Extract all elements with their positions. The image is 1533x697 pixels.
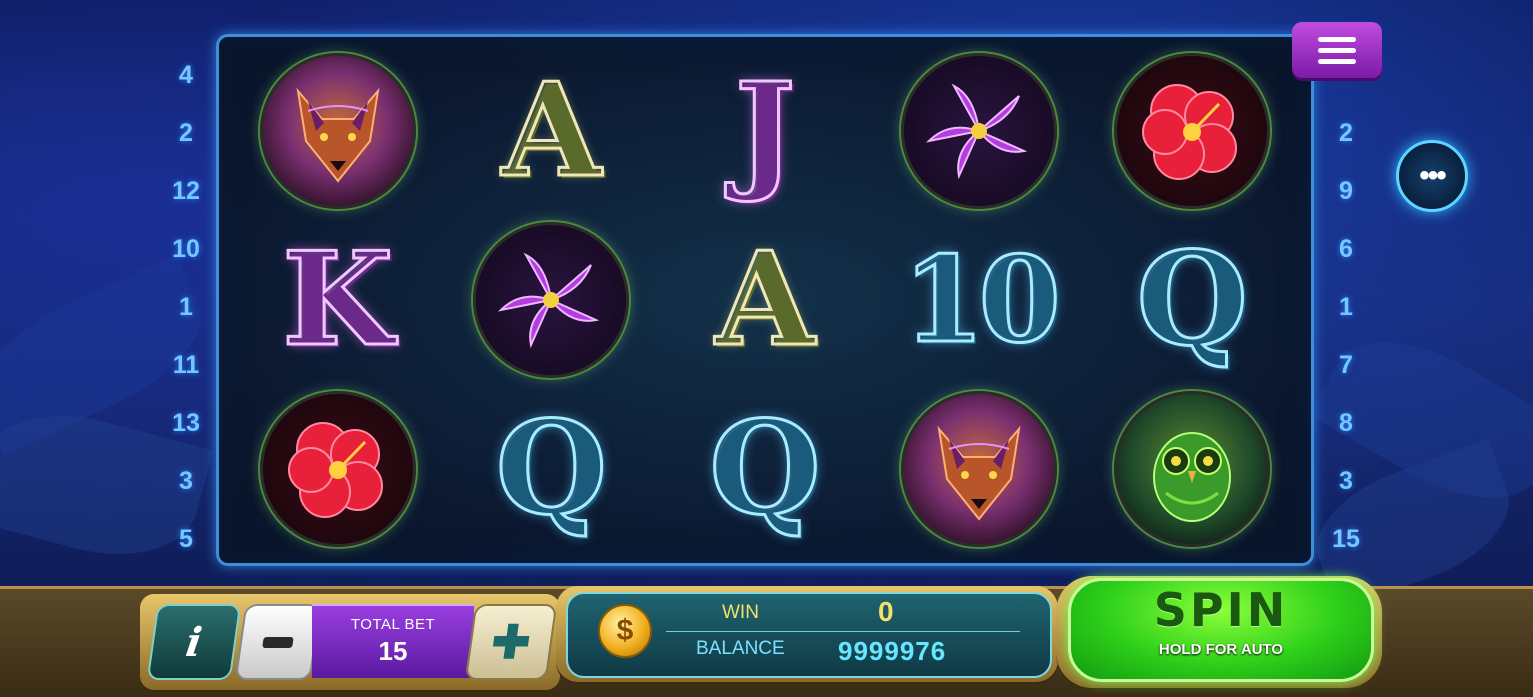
owl-symbol-icon	[1114, 390, 1271, 547]
payline-number: 7	[1339, 351, 1353, 379]
reel-grid: A J K A 10 Q Q Q	[231, 47, 1299, 553]
wolf-symbol-icon	[259, 53, 416, 210]
balance-value: 9999976	[838, 636, 947, 666]
minus-icon	[262, 636, 294, 648]
win-balance-divider	[666, 631, 1020, 632]
reel-cell: J	[658, 47, 872, 216]
reel-cell: Q	[445, 384, 659, 553]
total-bet-label: TOTAL BET	[350, 616, 436, 633]
reel-cell	[1085, 47, 1299, 216]
reel-cell: 10	[872, 216, 1086, 385]
symbol-q: Q	[1135, 224, 1249, 375]
reel-cell: Q	[658, 384, 872, 553]
symbol-a: A	[500, 56, 602, 207]
payline-number: 3	[1339, 467, 1353, 495]
more-options-button[interactable]: •••	[1396, 140, 1468, 212]
total-bet-value: 15	[378, 636, 408, 666]
reel-cell	[1085, 384, 1299, 553]
lily-symbol-icon	[900, 53, 1057, 210]
win-label: WIN	[722, 602, 759, 623]
symbol-a: A	[714, 224, 816, 375]
decrease-bet-button[interactable]	[234, 604, 322, 680]
reel-frame: A J K A 10 Q Q Q	[216, 34, 1314, 566]
payline-number: 1	[179, 293, 193, 321]
reel-cell	[872, 47, 1086, 216]
payline-number: 4	[179, 61, 193, 89]
payline-number: 9	[1339, 177, 1353, 205]
reel-cell	[231, 384, 445, 553]
reel-cell: A	[445, 47, 659, 216]
symbol-10: 10	[901, 229, 1062, 369]
menu-button[interactable]	[1292, 22, 1382, 78]
payline-number: 15	[1332, 525, 1360, 553]
payline-number: 5	[179, 525, 193, 553]
wolf-symbol-icon	[900, 390, 1057, 547]
spin-label: SPIN	[1153, 583, 1289, 637]
hamburger-icon-bar	[1318, 47, 1356, 53]
symbol-q: Q	[494, 393, 608, 544]
payline-number: 11	[172, 351, 200, 379]
symbol-k: K	[281, 224, 395, 375]
payline-numbers-left: 4 2 12 10 1 11 13 3 5	[164, 58, 208, 580]
lily-symbol-icon	[473, 221, 630, 378]
reel-cell	[872, 384, 1086, 553]
spin-button[interactable]: SPIN HOLD FOR AUTO	[1068, 578, 1374, 682]
hibiscus-symbol-icon	[1114, 53, 1271, 210]
reel-cell	[231, 47, 445, 216]
spin-sublabel: HOLD FOR AUTO	[1158, 641, 1284, 658]
hibiscus-symbol-icon	[259, 390, 416, 547]
reel-cell: K	[231, 216, 445, 385]
payline-number: 12	[172, 177, 200, 205]
payline-number: 6	[1339, 235, 1353, 263]
reel-cell: Q	[1085, 216, 1299, 385]
payline-number: 10	[172, 235, 200, 263]
symbol-q: Q	[708, 393, 822, 544]
balance-label: BALANCE	[696, 638, 785, 659]
coin-icon: $	[598, 604, 652, 658]
payline-number: 8	[1339, 409, 1353, 437]
info-button[interactable]: i	[146, 604, 242, 680]
symbol-j: J	[733, 56, 797, 207]
payline-number: 3	[179, 467, 193, 495]
payline-number: 13	[172, 409, 200, 437]
payline-number: 2	[179, 119, 193, 147]
total-bet-display: TOTAL BET 15	[312, 604, 474, 678]
reel-cell	[445, 216, 659, 385]
hamburger-icon-bar	[1318, 58, 1356, 64]
payline-numbers-right: 2 9 6 1 7 8 3 15	[1324, 116, 1368, 580]
win-value: 0	[878, 596, 894, 627]
payline-number: 1	[1339, 293, 1353, 321]
hamburger-icon-bar	[1318, 36, 1356, 42]
increase-bet-button[interactable]: ✚	[464, 604, 558, 680]
reel-cell: A	[658, 216, 872, 385]
payline-number: 2	[1339, 119, 1353, 147]
